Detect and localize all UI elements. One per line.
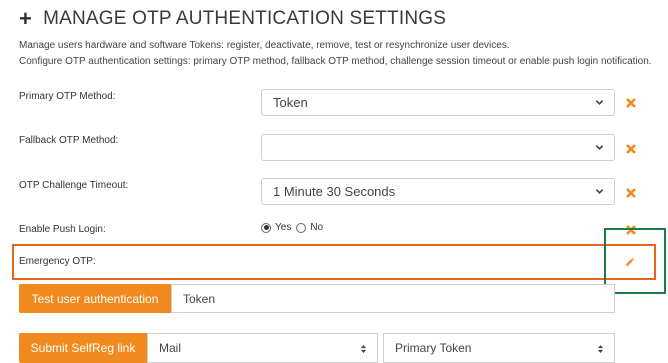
primary-otp-method-select[interactable]: Token <box>261 89 615 116</box>
otp-challenge-timeout-value: 1 Minute 30 Seconds <box>273 184 396 199</box>
chevron-down-icon <box>595 100 604 105</box>
updown-arrows-icon <box>360 345 367 353</box>
fallback-otp-method-select[interactable] <box>261 134 615 161</box>
chevron-down-icon <box>595 189 604 194</box>
primary-otp-method-value: Token <box>273 95 308 110</box>
test-method-value: Token <box>183 291 216 306</box>
otp-challenge-timeout-label: OTP Challenge Timeout: <box>19 180 129 191</box>
selfreg-token-value: Primary Token <box>395 341 472 355</box>
submit-selfreg-link-button[interactable]: Submit SelfReg link <box>19 333 147 363</box>
test-user-authentication-button[interactable]: Test user authentication <box>19 284 171 313</box>
fallback-otp-method-label: Fallback OTP Method: <box>19 135 119 146</box>
otp-challenge-timeout-select[interactable]: 1 Minute 30 Seconds <box>261 178 615 205</box>
primary-otp-method-label: Primary OTP Method: <box>19 91 116 102</box>
test-method-select[interactable]: Token <box>171 284 615 313</box>
page-title: + MANAGE OTP AUTHENTICATION SETTINGS <box>19 6 446 32</box>
description-line-1: Manage users hardware and software Token… <box>19 40 510 51</box>
chevron-down-icon <box>595 145 604 150</box>
selfreg-channel-select[interactable]: Mail <box>147 333 378 363</box>
updown-arrows-icon <box>597 345 604 353</box>
selfreg-channel-value: Mail <box>159 341 182 355</box>
enable-push-login-label: Enable Push Login: <box>19 224 106 235</box>
page-title-text: MANAGE OTP AUTHENTICATION SETTINGS <box>43 8 447 29</box>
clear-timeout-icon[interactable] <box>625 187 637 199</box>
selfreg-token-select[interactable]: Primary Token <box>383 333 615 363</box>
description-line-2: Configure OTP authentication settings: p… <box>19 56 652 67</box>
push-login-no-label: No <box>310 222 324 233</box>
push-login-yes-radio[interactable] <box>261 222 271 233</box>
push-login-radio-group: Yes No <box>261 222 323 233</box>
emergency-otp-highlight-box <box>12 244 656 280</box>
plus-icon: + <box>19 6 33 31</box>
radio-selected-dot <box>263 225 269 230</box>
push-login-no-radio[interactable] <box>296 222 307 233</box>
clear-fallback-otp-icon[interactable] <box>625 143 637 155</box>
push-login-yes-label: Yes <box>275 222 292 233</box>
clear-primary-otp-icon[interactable] <box>625 97 637 109</box>
